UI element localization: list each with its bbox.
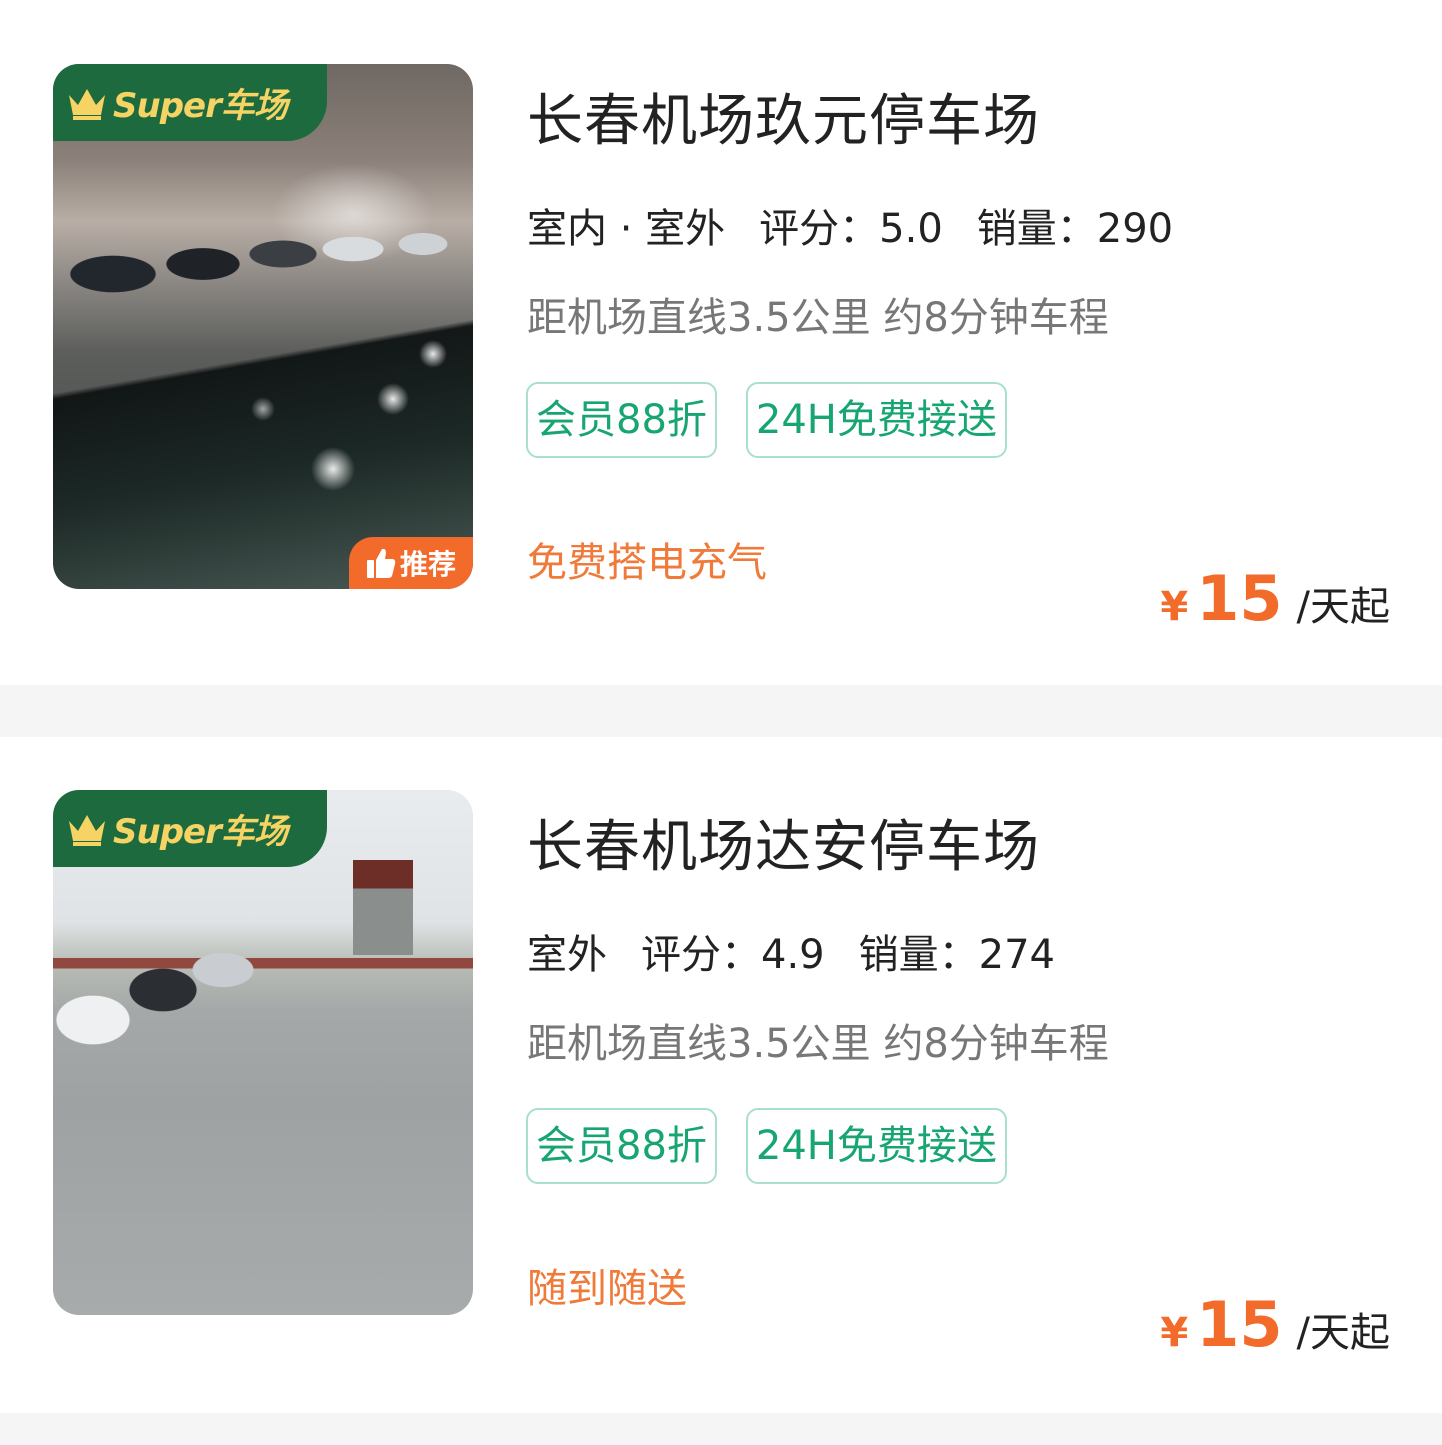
super-badge-label: Super车场 <box>113 812 288 852</box>
ceiling-lights-reflection <box>53 64 473 589</box>
currency-symbol: ¥ <box>1160 1310 1189 1356</box>
price-unit: /天起 <box>1296 584 1390 630</box>
parking-type: 室外 <box>525 922 609 986</box>
parking-photo[interactable]: Super车场 <box>53 790 473 1315</box>
tag-list: 会员88折 24H免费接送 <box>526 382 1036 458</box>
tag-free-shuttle: 24H免费接送 <box>745 1108 1007 1184</box>
parking-name[interactable]: 长春机场玖元停车场 <box>527 76 1040 157</box>
price-amount: 15 <box>1196 562 1283 635</box>
parking-photo[interactable]: Super车场 推荐 <box>53 64 473 589</box>
price-unit: /天起 <box>1296 1310 1390 1356</box>
parking-listing-card[interactable]: Super车场 推荐 长春机场玖元停车场 室内 · 室外 评分：5.0 销量：2… <box>0 0 1442 685</box>
tag-free-shuttle: 24H免费接送 <box>745 382 1007 458</box>
price: ¥ 15 /天起 <box>1160 1288 1390 1361</box>
parking-meta: 室外 评分：4.9 销量：274 <box>525 922 1055 986</box>
recommend-label: 推荐 <box>399 548 456 581</box>
super-parking-badge: Super车场 <box>53 64 327 141</box>
thumbs-up-icon <box>366 548 396 578</box>
parking-meta: 室内 · 室外 评分：5.0 销量：290 <box>524 196 1174 260</box>
currency-symbol: ¥ <box>1160 584 1189 630</box>
super-badge-label: Super车场 <box>113 86 288 126</box>
distance-info: 距机场直线3.5公里 约8分钟车程 <box>527 1021 1109 1067</box>
parking-name[interactable]: 长春机场达安停车场 <box>527 802 1040 883</box>
super-parking-badge: Super车场 <box>53 790 327 867</box>
price: ¥ 15 /天起 <box>1160 562 1390 635</box>
parking-listing-card[interactable]: Super车场 长春机场达安停车场 室外 评分：4.9 销量：274 距机场直线… <box>0 737 1442 1413</box>
distance-info: 距机场直线3.5公里 约8分钟车程 <box>527 295 1109 341</box>
tag-list: 会员88折 24H免费接送 <box>526 1108 1036 1184</box>
parking-type: 室内 · 室外 <box>524 196 728 260</box>
sales-count: 销量：290 <box>976 206 1174 252</box>
tag-member-discount: 会员88折 <box>526 1108 717 1184</box>
feature-highlight: 免费搭电充气 <box>527 540 767 586</box>
price-amount: 15 <box>1196 1288 1283 1361</box>
rating: 评分：5.0 <box>759 206 943 252</box>
crown-icon <box>69 814 105 846</box>
gate-image <box>353 860 413 955</box>
tag-member-discount: 会员88折 <box>526 382 717 458</box>
recommend-badge: 推荐 <box>349 537 473 589</box>
parked-cars-image <box>53 930 273 1080</box>
sales-count: 销量：274 <box>858 932 1055 978</box>
feature-highlight: 随到随送 <box>527 1266 687 1312</box>
rating: 评分：4.9 <box>641 932 825 978</box>
crown-icon <box>69 88 105 120</box>
